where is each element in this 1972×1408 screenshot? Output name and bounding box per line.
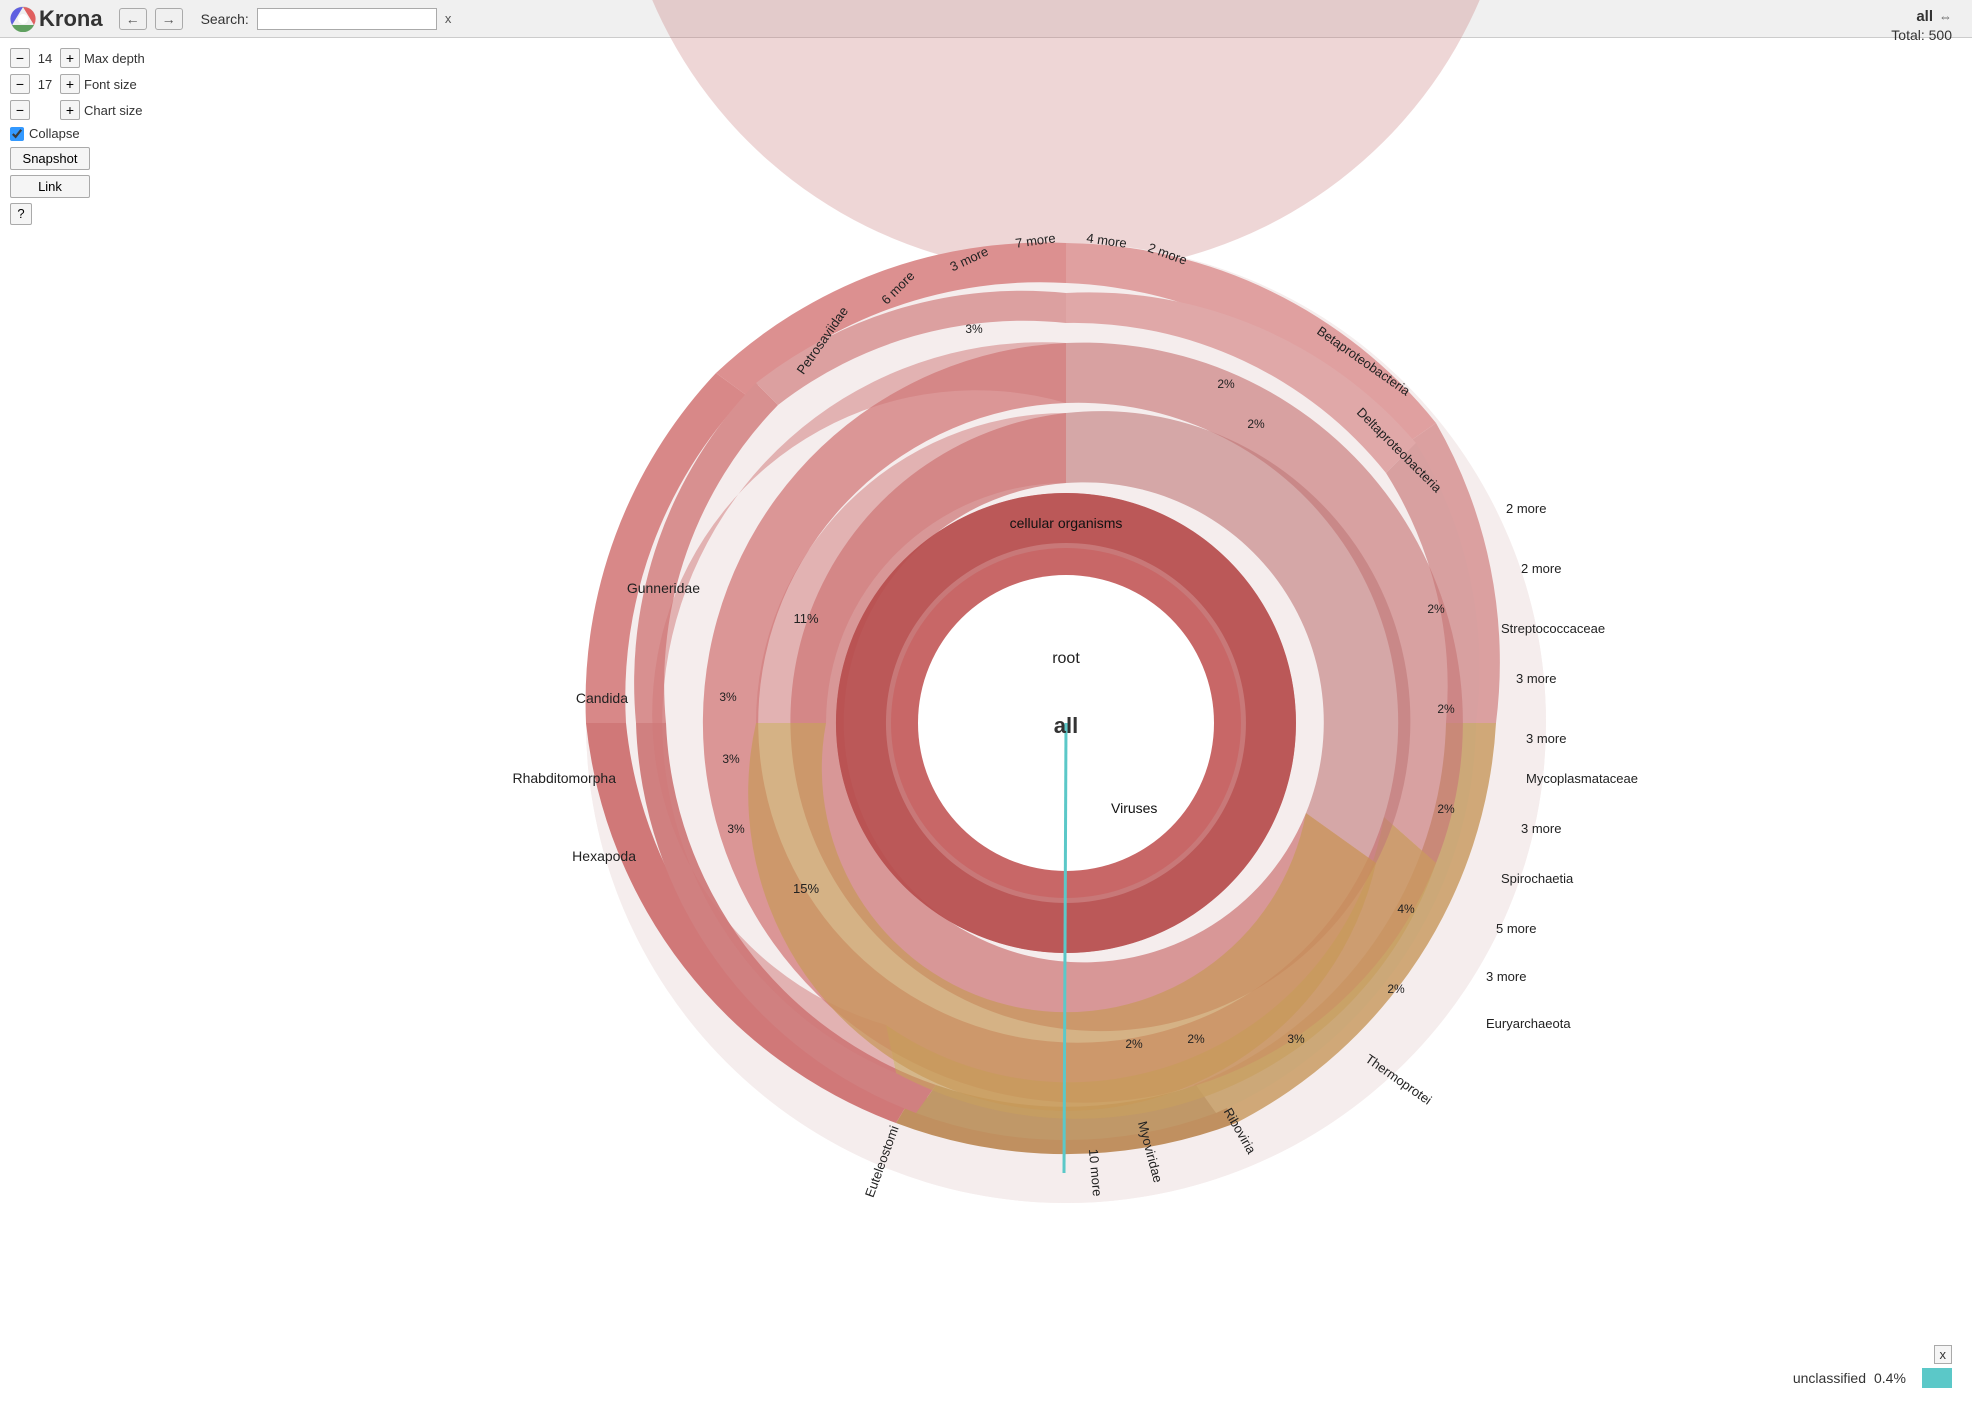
collapse-control: Collapse [10,126,160,141]
hexapoda-text: Hexapoda [572,848,636,864]
2pct-2: 2% [1247,417,1265,431]
mycoplasmataceae-text: Mycoplasmataceae [1526,771,1638,786]
font-size-value: 17 [34,77,56,92]
font-size-increase-button[interactable]: + [60,74,80,94]
viruses-label: Viruses [1111,800,1157,816]
hexapoda-pct: 3% [727,822,745,836]
2pct-b: 2% [1125,1037,1143,1051]
chart-size-decrease-button[interactable]: − [10,100,30,120]
2pct-4: 2% [1387,982,1405,996]
expand-icon: ⇔ [1939,9,1952,24]
3pct-br: 3% [1287,1032,1305,1046]
rhabditomorpha-pct: 3% [722,752,740,766]
search-clear-button[interactable]: x [445,11,452,26]
krona-logo-icon [10,6,36,32]
logo-text: Krona [39,6,103,32]
search-label: Search: [201,11,249,27]
center-all-label: all [1054,713,1078,738]
chart-size-increase-button[interactable]: + [60,100,80,120]
legend-close-button[interactable]: x [1934,1345,1953,1364]
left-panel: − 14 + Max depth − 17 + Font size − + Ch… [0,38,170,235]
2pct-mr: 2% [1437,702,1455,716]
collapse-label: Collapse [29,126,80,141]
font-size-label: Font size [84,77,137,92]
font-size-control: − 17 + Font size [10,74,160,94]
krona-chart[interactable]: all root cellular organisms Viruses Gunn… [516,173,1616,1273]
2pct-r: 2% [1427,602,1445,616]
2more-r1: 2 more [1506,501,1546,516]
help-button[interactable]: ? [10,203,32,225]
cellular-organisms-label: cellular organisms [1010,515,1123,531]
5more-text: 5 more [1496,921,1536,936]
root-label: root [1052,650,1080,667]
spirochaetia-text: Spirochaetia [1501,871,1574,886]
all-link[interactable]: all [1916,8,1933,25]
3more-r2: 3 more [1526,731,1566,746]
2more-r2: 2 more [1521,561,1561,576]
euteleostomi-pct: 15% [793,881,819,896]
candida-pct: 3% [719,690,737,704]
max-depth-label: Max depth [84,51,145,66]
rhabditomorpha-text: Rhabditomorpha [512,770,616,786]
nav-back-button[interactable]: ← [119,8,147,30]
max-depth-decrease-button[interactable]: − [10,48,30,68]
max-depth-value: 14 [34,51,56,66]
legend-color-swatch [1922,1368,1952,1388]
2pct-5: 2% [1187,1032,1205,1046]
euryarchaeota-text: Euryarchaeota [1486,1016,1571,1031]
chart-size-label: Chart size [84,103,143,118]
candida-text: Candida [576,690,628,706]
legend: x unclassified 0.4% [1793,1345,1952,1388]
snapshot-button[interactable]: Snapshot [10,147,90,170]
3more-r4: 3 more [1486,969,1526,984]
legend-item-label: unclassified [1793,1370,1866,1386]
chart-area: all root cellular organisms Viruses Gunn… [160,38,1972,1408]
4pct: 4% [1397,902,1415,916]
gunneridae-pct: 11% [793,611,818,626]
max-depth-control: − 14 + Max depth [10,48,160,68]
logo: Krona [10,6,103,32]
3pct-top: 3% [965,322,983,336]
collapse-checkbox[interactable] [10,127,24,141]
2pct-1: 2% [1217,377,1235,391]
3more-r1: 3 more [1516,671,1556,686]
font-size-decrease-button[interactable]: − [10,74,30,94]
viruses-separator [1064,723,1066,1173]
search-input[interactable] [257,8,437,30]
2pct-3: 2% [1437,802,1455,816]
chart-size-control: − + Chart size [10,100,160,120]
streptococcaceae-text: Streptococcaceae [1501,621,1605,636]
gunneridae-text: Gunneridae [627,580,700,596]
link-button[interactable]: Link [10,175,90,198]
legend-item-pct: 0.4% [1874,1370,1914,1386]
nav-forward-button[interactable]: → [155,8,183,30]
max-depth-increase-button[interactable]: + [60,48,80,68]
3more-r3: 3 more [1521,821,1561,836]
